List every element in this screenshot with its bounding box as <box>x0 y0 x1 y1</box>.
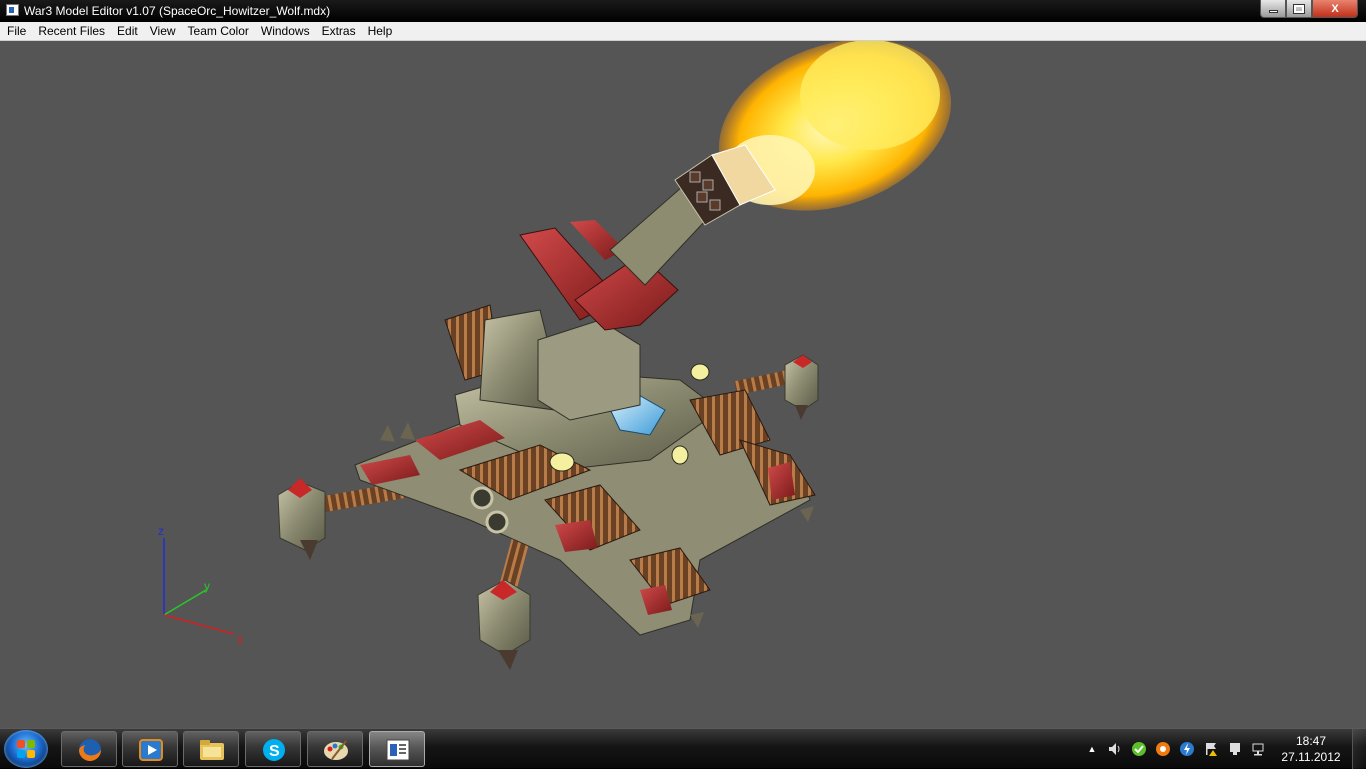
tray-green-app-icon[interactable] <box>1131 741 1147 757</box>
menu-windows[interactable]: Windows <box>255 22 316 41</box>
axis-y-label: y <box>204 579 210 593</box>
paint-icon <box>324 740 348 760</box>
window-controls: X <box>1260 0 1358 18</box>
taskbar-paint[interactable] <box>307 731 363 767</box>
menu-bar: File Recent Files Edit View Team Color W… <box>0 22 1366 41</box>
close-icon: X <box>1331 2 1339 15</box>
firefox-icon <box>79 739 101 761</box>
explorer-icon <box>200 740 224 760</box>
window-titlebar[interactable]: War3 Model Editor v1.07 (SpaceOrc_Howitz… <box>0 0 1366 22</box>
network-icon[interactable] <box>1251 741 1267 757</box>
leg-front <box>477 528 532 670</box>
model-render: z y x <box>158 41 952 670</box>
clock-time: 18:47 <box>1295 734 1327 748</box>
tray-orange-app-icon[interactable] <box>1155 741 1171 757</box>
menu-team-color[interactable]: Team Color <box>182 22 255 41</box>
axis-y-line <box>163 589 207 616</box>
start-button[interactable] <box>4 730 48 768</box>
axis-x-label: x <box>237 632 243 646</box>
taskbar-clock[interactable]: 18:47 27.11.2012 <box>1276 733 1346 765</box>
volume-icon[interactable] <box>1107 741 1123 757</box>
taskbar-skype[interactable]: S <box>245 731 301 767</box>
taskbar: S ▲ 18:47 27.11.2012 <box>0 728 1366 769</box>
taskbar-model-editor[interactable] <box>369 731 425 767</box>
skype-icon: S <box>263 739 285 761</box>
app-icon <box>6 4 19 16</box>
svg-text:S: S <box>269 743 280 760</box>
menu-extras[interactable]: Extras <box>316 22 362 41</box>
safely-remove-hardware-icon[interactable] <box>1227 741 1243 757</box>
menu-edit[interactable]: Edit <box>111 22 144 41</box>
media-player-icon <box>139 739 163 761</box>
clock-date: 27.11.2012 <box>1281 750 1341 764</box>
axis-gizmo: z y x <box>158 524 243 646</box>
minimize-icon <box>1268 10 1278 13</box>
maximize-icon <box>1293 3 1305 14</box>
action-center-flag-icon[interactable] <box>1203 741 1219 757</box>
taskbar-explorer[interactable] <box>183 731 239 767</box>
menu-help[interactable]: Help <box>362 22 399 41</box>
axis-z-label: z <box>158 524 164 538</box>
window-title: War3 Model Editor v1.07 (SpaceOrc_Howitz… <box>24 4 331 18</box>
taskbar-media-player[interactable] <box>122 731 178 767</box>
taskbar-firefox[interactable] <box>61 731 117 767</box>
model-viewport[interactable]: z y x <box>0 41 1366 728</box>
turret <box>479 144 776 421</box>
show-desktop-button[interactable] <box>1352 729 1366 769</box>
close-button[interactable]: X <box>1312 0 1358 18</box>
tray-overflow-arrow-icon[interactable]: ▲ <box>1084 741 1100 757</box>
menu-recent-files[interactable]: Recent Files <box>32 22 111 41</box>
menu-view[interactable]: View <box>144 22 182 41</box>
axis-x-line <box>163 614 235 635</box>
muzzle-flame <box>718 41 952 211</box>
tray-blue-app-icon[interactable] <box>1179 741 1195 757</box>
menu-file[interactable]: File <box>0 22 32 41</box>
model-editor-icon <box>386 739 410 761</box>
minimize-button[interactable] <box>1260 0 1286 18</box>
maximize-button[interactable] <box>1286 0 1312 18</box>
